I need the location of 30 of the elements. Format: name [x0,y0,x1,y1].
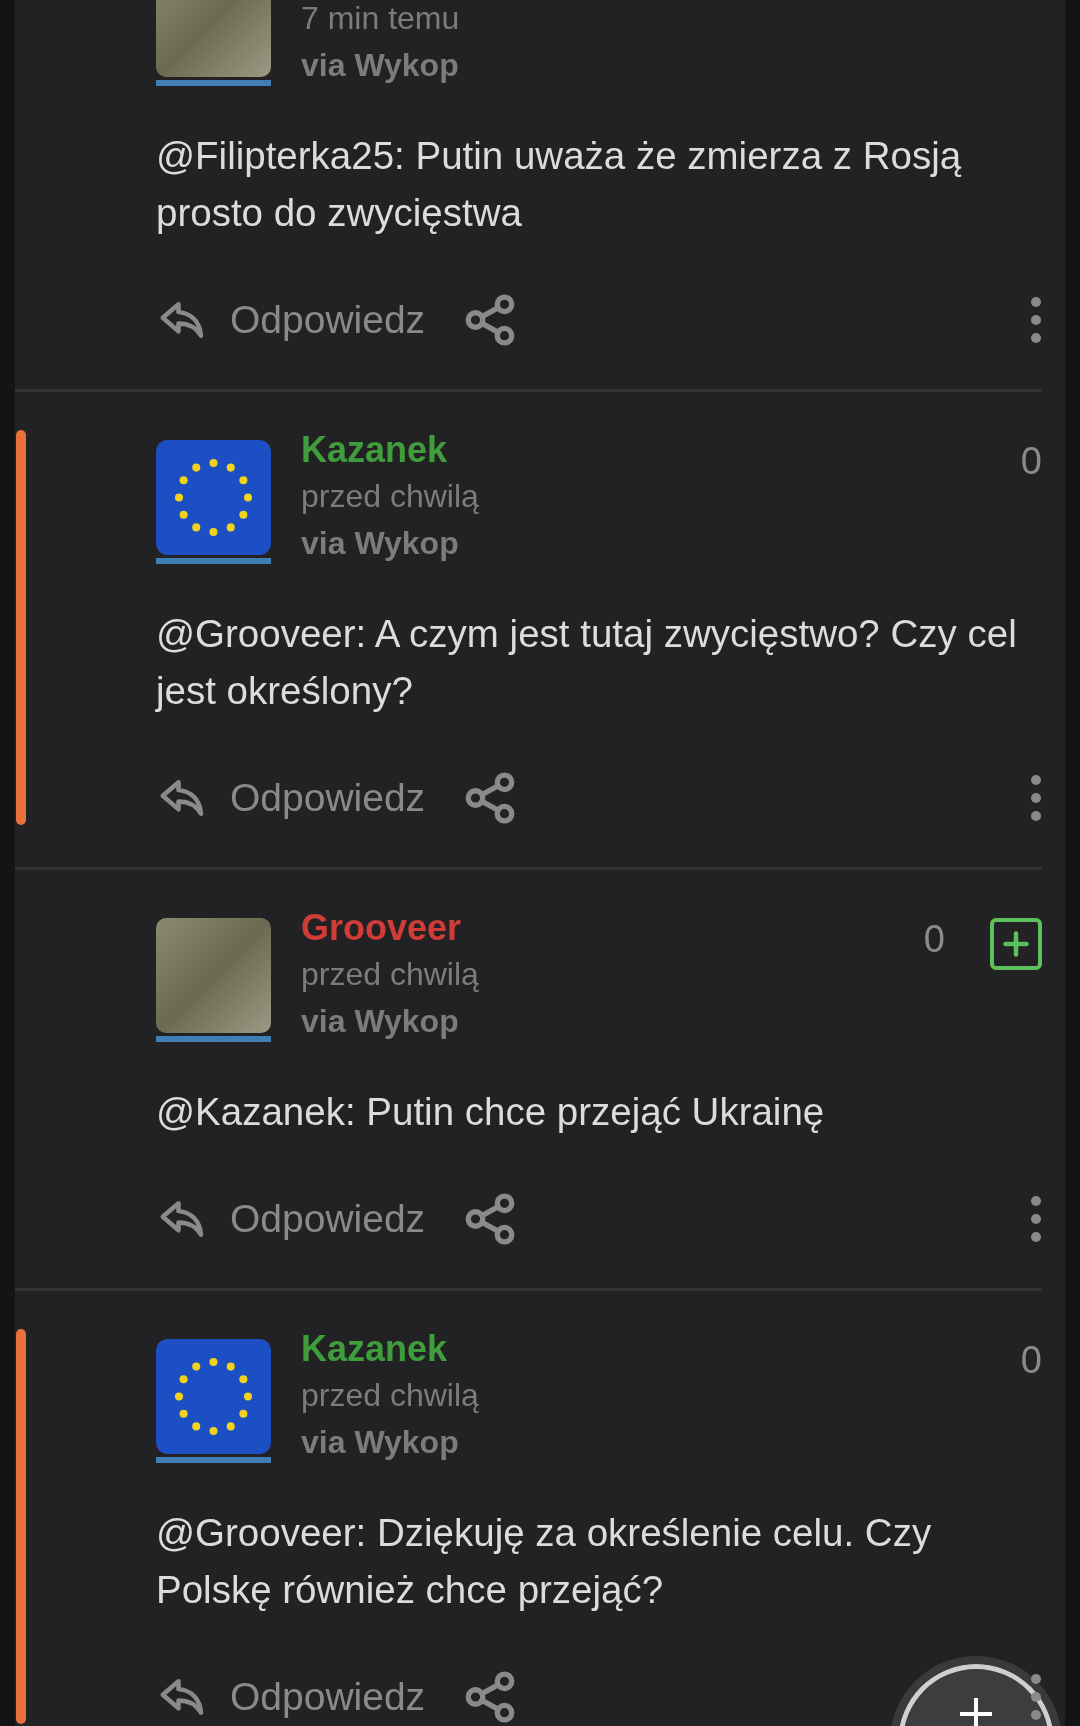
comment-text: @Kazanek: Putin chce przejąć Ukrainę [156,1089,826,1135]
more-options-icon[interactable] [1030,1195,1042,1243]
reply-button[interactable]: Odpowiedz [230,1197,426,1241]
more-options-icon[interactable] [1030,296,1042,344]
more-options-icon[interactable] [1030,1673,1042,1721]
flag-avatar[interactable] [156,1339,271,1454]
username-link[interactable]: Kazanek [301,1325,448,1372]
vote-count: 0 [1020,1338,1042,1383]
source-label: via Wykop [301,46,460,85]
reply-button[interactable]: Odpowiedz [230,298,426,342]
reply-button[interactable]: Odpowiedz [230,1675,426,1719]
username-link[interactable]: Grooveer [301,904,462,951]
upvote-button[interactable] [990,918,1042,970]
source-label: via Wykop [301,1423,460,1462]
vote-count: 0 [923,917,945,962]
more-options-icon[interactable] [1030,774,1042,822]
flag-avatar[interactable] [156,440,271,555]
vote-count: 0 [1020,439,1042,484]
plus-icon [1001,929,1031,959]
timestamp: przed chwilą [301,1376,480,1415]
username-link[interactable]: Kazanek [301,426,448,473]
reply-button[interactable]: Odpowiedz [230,776,426,820]
timestamp: przed chwilą [301,477,480,516]
comment-text: @Filipterka25: Putin uważa że zmierza z Rosją prosto do zwycięstwa [156,133,963,236]
timestamp: przed chwilą [301,955,480,994]
timestamp: 7 min temu [301,0,461,38]
comment-text: @Grooveer: Dziękuję za określenie celu. Czy Polskę również chce przejąć? [156,1510,933,1613]
comment-text: @Grooveer: A czym jest tutaj zwycięstwo? Czy cel jest określony? [156,611,1018,714]
source-label: via Wykop [301,524,460,563]
source-label: via Wykop [301,1002,460,1041]
